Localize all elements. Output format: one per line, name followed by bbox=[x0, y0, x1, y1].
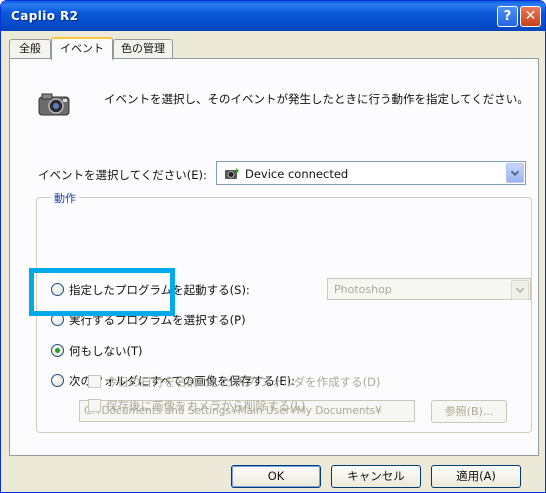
cancel-button[interactable]: キャンセル bbox=[331, 465, 421, 488]
delete-after-save-checkbox[interactable] bbox=[88, 399, 101, 412]
event-select[interactable]: Device connected bbox=[216, 161, 526, 185]
chevron-down-icon[interactable] bbox=[511, 280, 529, 300]
subfolder-checkbox-label[interactable]: 今日の日付を名前にしたサブ フォルダを作成する(D) bbox=[106, 374, 380, 390]
program-select[interactable]: Photoshop bbox=[327, 278, 531, 300]
tab-events[interactable]: イベント bbox=[51, 37, 113, 60]
action-group-title: 動作 bbox=[51, 190, 79, 206]
radio-do-nothing[interactable] bbox=[51, 344, 64, 357]
title-bar[interactable]: Caplio R2 ? ✕ bbox=[1, 1, 545, 31]
tab-color-management[interactable]: 色の管理 bbox=[113, 39, 173, 59]
help-button[interactable]: ? bbox=[497, 6, 518, 27]
chevron-down-icon[interactable] bbox=[506, 163, 524, 183]
highlight-frame bbox=[29, 268, 175, 316]
description-text: イベントを選択し、そのイベントが発生したときに行う動作を指定してください。 bbox=[104, 92, 529, 106]
program-select-value: Photoshop bbox=[334, 283, 392, 296]
browse-button[interactable]: 参照(B)... bbox=[431, 400, 507, 423]
delete-after-save-checkbox-label[interactable]: 保存後に画像をカメラから削除する(L) bbox=[106, 398, 305, 414]
window-title: Caplio R2 bbox=[11, 9, 79, 23]
camera-icon bbox=[38, 93, 70, 116]
ok-button[interactable]: OK bbox=[231, 465, 321, 488]
tab-general[interactable]: 全般 bbox=[9, 39, 51, 59]
event-select-label: イベントを選択してください(E): bbox=[38, 168, 207, 182]
subfolder-checkbox[interactable] bbox=[88, 375, 101, 388]
dialog-window: Caplio R2 ? ✕ 全般 イベント 色の管理 イベントを選択し、そのイベ… bbox=[0, 0, 546, 493]
events-panel: イベントを選択し、そのイベントが発生したときに行う動作を指定してください。 イベ… bbox=[9, 58, 539, 456]
close-button[interactable]: ✕ bbox=[520, 6, 541, 27]
device-icon bbox=[225, 168, 239, 179]
radio-save-images[interactable] bbox=[51, 374, 64, 387]
radio-do-nothing-label[interactable]: 何もしない(T) bbox=[69, 343, 143, 359]
apply-button[interactable]: 適用(A) bbox=[431, 465, 521, 488]
event-select-value: Device connected bbox=[245, 167, 349, 181]
